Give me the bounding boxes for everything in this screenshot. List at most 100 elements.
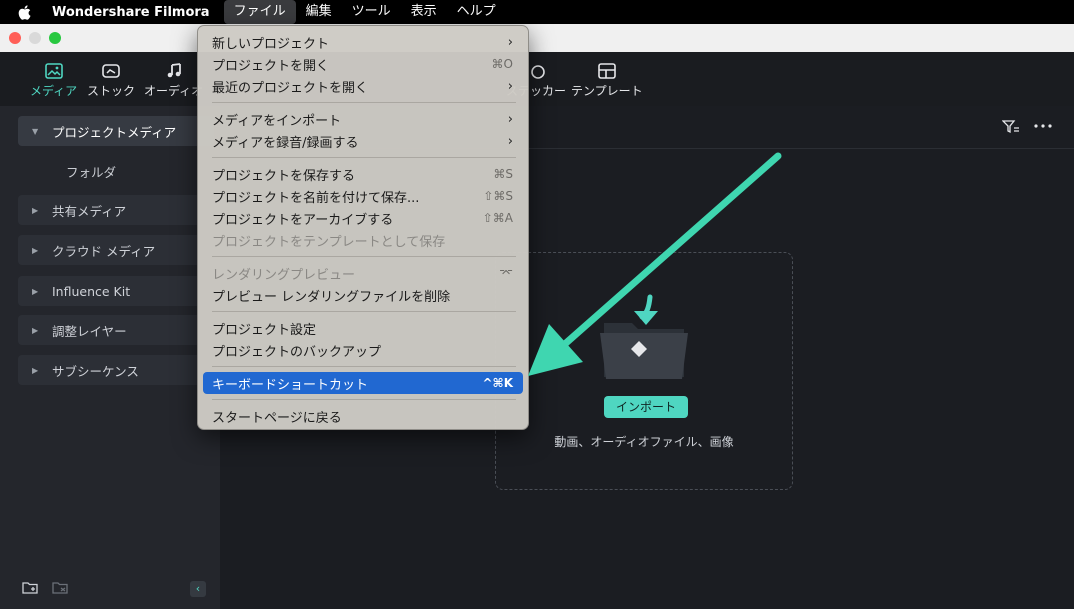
menu-item-render-preview: レンダリングプレビュー ⌤ (203, 262, 523, 284)
menu-item-label: キーボードショートカット (212, 377, 369, 393)
menu-separator (212, 157, 516, 158)
menu-item-label: レンダリングプレビュー (212, 267, 356, 283)
menu-separator (212, 256, 516, 257)
menu-item-label: プロジェクトを名前を付けて保存... (212, 190, 420, 206)
menu-shortcut: ⌘O (491, 57, 513, 71)
sidebar-item-subsequence[interactable]: ▶ サブシーケンス (18, 355, 214, 385)
sidebar-item-label: サブシーケンス (52, 363, 139, 379)
sidebar-item-label: プロジェクトメディア (52, 124, 177, 140)
window-titlebar (0, 24, 1074, 52)
sidebar-item-label: クラウド メディア (52, 243, 156, 259)
menu-item-save-as-template: プロジェクトをテンプレートとして保存 (203, 229, 523, 251)
toolbar-template[interactable]: テンプレート (571, 62, 643, 99)
media-toolbar: メディア ストック オーディオ ステッカー テンプレート (0, 52, 1074, 106)
app-name[interactable]: Wondershare Filmora (52, 5, 210, 20)
menu-shortcut: ⌤ (499, 266, 513, 280)
more-options-icon[interactable] (1034, 124, 1052, 128)
menu-shortcut: ⇧⌘A (482, 211, 513, 225)
toolbar-media[interactable]: メディア (30, 62, 77, 99)
audio-icon (167, 63, 181, 78)
menu-help[interactable]: ヘルプ (447, 0, 506, 24)
import-folder-icon (600, 294, 688, 379)
sidebar-item-adjustment-layer[interactable]: ▶ 調整レイヤー (18, 315, 214, 345)
menu-edit[interactable]: 編集 (296, 0, 342, 24)
menu-item-label: 新しいプロジェクト (212, 36, 330, 52)
filter-icon[interactable] (1002, 120, 1020, 134)
menu-view[interactable]: 表示 (401, 0, 447, 24)
zoom-window-button[interactable] (49, 32, 61, 44)
menu-bar: Wondershare Filmora ファイル 編集 ツール 表示 ヘルプ (0, 0, 1074, 24)
menu-item-import-media[interactable]: メディアをインポート › (203, 108, 523, 130)
remove-folder-icon[interactable] (52, 580, 68, 594)
sidebar-item-cloud-media[interactable]: ▶ クラウド メディア (18, 235, 214, 265)
toolbar-stock[interactable]: ストック (87, 62, 135, 99)
menu-shortcut: ^⌘K (482, 376, 514, 390)
menu-item-label: プロジェクトを開く (212, 58, 330, 74)
menu-item-recent-projects[interactable]: 最近のプロジェクトを開く › (203, 75, 523, 97)
caret-right-icon: ▶ (32, 245, 39, 255)
toolbar-template-label: テンプレート (571, 84, 643, 98)
sidebar-item-project-media[interactable]: ▼ プロジェクトメディア (18, 116, 214, 146)
caret-right-icon: ▶ (32, 286, 39, 296)
caret-down-icon: ▼ (32, 126, 39, 136)
menu-item-label: プロジェクトをアーカイブする (212, 212, 394, 228)
submenu-chevron-icon: › (507, 34, 513, 50)
menu-item-archive-project[interactable]: プロジェクトをアーカイブする ⇧⌘A (203, 207, 523, 229)
menu-item-label: 最近のプロジェクトを開く (212, 80, 369, 96)
new-folder-icon[interactable] (22, 580, 38, 594)
stock-icon (102, 64, 120, 78)
toolbar-stock-label: ストック (87, 84, 136, 98)
sidebar-footer (22, 580, 68, 594)
menu-item-label: プレビュー レンダリングファイルを削除 (212, 289, 451, 305)
sidebar-item-shared-media[interactable]: ▶ 共有メディア (18, 195, 214, 225)
sidebar-item-label: 共有メディア (52, 203, 127, 219)
submenu-chevron-icon: › (507, 78, 513, 94)
caret-right-icon: ▶ (32, 365, 39, 375)
menu-item-project-settings[interactable]: プロジェクト設定 (203, 317, 523, 339)
menu-item-label: メディアを録音/録画する (212, 135, 359, 151)
submenu-chevron-icon: › (507, 111, 513, 127)
import-button[interactable]: インポート (604, 396, 688, 418)
menu-item-open-project[interactable]: プロジェクトを開く ⌘O (203, 53, 523, 75)
toolbar-media-label: メディア (30, 84, 78, 98)
menu-item-label: メディアをインポート (212, 113, 342, 129)
sidebar-item-folder[interactable]: フォルダ (66, 162, 116, 181)
menu-separator (212, 102, 516, 103)
menu-shortcut: ⇧⌘S (483, 189, 513, 203)
import-hint: 動画、オーディオファイル、画像 (554, 435, 734, 449)
menu-item-delete-render-files[interactable]: プレビュー レンダリングファイルを削除 (203, 284, 523, 306)
import-dropzone[interactable]: インポート 動画、オーディオファイル、画像 (495, 252, 793, 490)
menu-tools[interactable]: ツール (342, 0, 401, 24)
menu-item-back-to-start[interactable]: スタートページに戻る (203, 405, 523, 427)
menu-item-record-media[interactable]: メディアを録音/録画する › (203, 130, 523, 152)
minimize-window-button[interactable] (29, 32, 41, 44)
collapse-sidebar-button[interactable]: ‹ (190, 581, 206, 597)
menu-item-label: プロジェクト設定 (212, 322, 317, 338)
menu-item-save-project[interactable]: プロジェクトを保存する ⌘S (203, 163, 523, 185)
sidebar-item-influence-kit[interactable]: ▶ Influence Kit (18, 276, 214, 306)
sticker-icon (531, 65, 545, 79)
caret-right-icon: ▶ (32, 325, 39, 335)
menu-separator (212, 311, 516, 312)
sidebar-item-label: Influence Kit (52, 283, 131, 299)
apple-icon[interactable] (18, 4, 34, 20)
close-window-button[interactable] (9, 32, 21, 44)
menu-file[interactable]: ファイル (223, 0, 296, 24)
menu-shortcut: ⌘S (493, 167, 513, 181)
menu-separator (212, 399, 516, 400)
menu-item-label: プロジェクトをテンプレートとして保存 (212, 234, 446, 250)
media-icon (44, 63, 63, 79)
menu-item-label: プロジェクトを保存する (212, 168, 356, 184)
toolbar-audio[interactable]: オーディオ (144, 62, 203, 99)
toolbar-audio-label: オーディオ (144, 84, 204, 98)
submenu-chevron-icon: › (507, 133, 513, 149)
menu-item-save-project-as[interactable]: プロジェクトを名前を付けて保存... ⇧⌘S (203, 185, 523, 207)
menu-item-label: スタートページに戻る (212, 410, 342, 426)
file-menu-dropdown: 新しいプロジェクト › プロジェクトを開く ⌘O 最近のプロジェクトを開く › … (197, 25, 529, 430)
menu-item-label: プロジェクトのバックアップ (212, 344, 382, 360)
menu-item-project-backup[interactable]: プロジェクトのバックアップ (203, 339, 523, 361)
menu-item-keyboard-shortcuts[interactable]: キーボードショートカット ^⌘K (203, 372, 523, 394)
media-sidebar: ▼ プロジェクトメディア フォルダ ▶ 共有メディア ▶ クラウド メディア ▶… (0, 106, 220, 609)
menu-item-new-project[interactable]: 新しいプロジェクト › (203, 31, 523, 53)
sidebar-item-label: 調整レイヤー (52, 323, 127, 339)
